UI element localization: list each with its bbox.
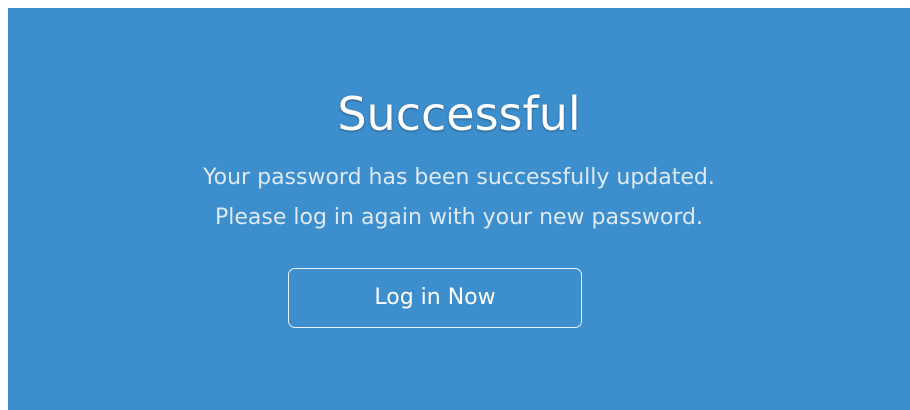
log-in-now-button[interactable]: Log in Now [288, 268, 582, 328]
success-panel: Successful Your password has been succes… [8, 8, 910, 410]
message-line-updated: Your password has been successfully upda… [203, 165, 715, 190]
success-message: Your password has been successfully upda… [8, 158, 910, 238]
dialog-title: Successful [337, 87, 581, 141]
message-line-relogin: Please log in again with your new passwo… [215, 205, 703, 230]
